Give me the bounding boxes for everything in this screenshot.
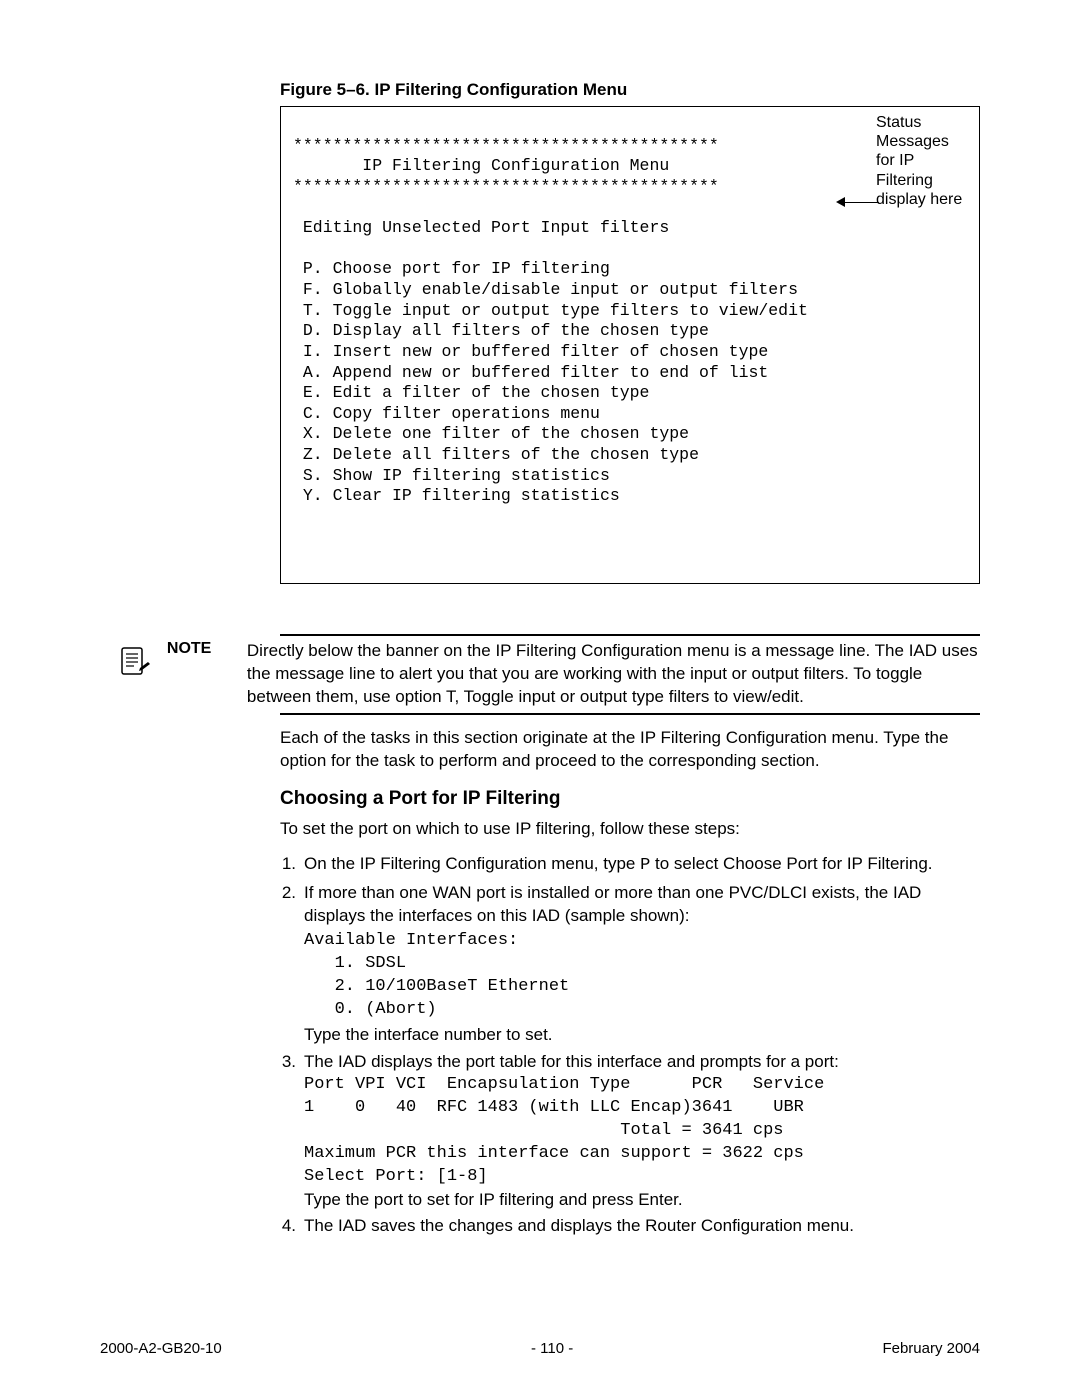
code-line: 0. (Abort) <box>304 1000 437 1019</box>
note-body: Directly below the banner on the IP Filt… <box>247 640 980 709</box>
menu-opt-d: D. Display all filters of the chosen typ… <box>293 321 709 340</box>
menu-opt-p: P. Choose port for IP filtering <box>293 259 610 278</box>
port-table-max: Maximum PCR this interface can support =… <box>304 1143 980 1166</box>
footer-page-number: - 110 - <box>531 1340 573 1357</box>
footer-date: February 2004 <box>882 1340 980 1357</box>
text: The IAD saves the changes and displays t… <box>304 1215 980 1238</box>
term-status-line: Editing Unselected Port Input filters <box>293 218 669 237</box>
term-rule: ****************************************… <box>293 177 719 196</box>
callout-annotation: Status Messages for IP Filtering display… <box>876 113 971 209</box>
step-body: The IAD displays the port table for this… <box>304 1051 980 1212</box>
term-title: IP Filtering Configuration Menu <box>293 156 669 175</box>
step-body: If more than one WAN port is installed o… <box>304 882 980 1047</box>
menu-opt-e: E. Edit a filter of the chosen type <box>293 383 649 402</box>
rule-bottom <box>280 713 980 715</box>
step-3: 3. The IAD displays the port table for t… <box>280 1051 980 1212</box>
figure-caption: Figure 5–6. IP Filtering Configuration M… <box>280 80 980 100</box>
section-lead: To set the port on which to use IP filte… <box>280 818 980 841</box>
code-line: 2. 10/100BaseT Ethernet <box>304 977 569 996</box>
text: Type the port to set for IP filtering an… <box>304 1189 980 1212</box>
step-4: 4. The IAD saves the changes and display… <box>280 1215 980 1238</box>
code-line: 1. SDSL <box>304 954 406 973</box>
step-number: 3. <box>280 1051 304 1212</box>
step-2: 2. If more than one WAN port is installe… <box>280 882 980 1047</box>
menu-opt-x: X. Delete one filter of the chosen type <box>293 424 689 443</box>
code-available-interfaces: Available Interfaces: 1. SDSL 2. 10/100B… <box>304 930 980 1022</box>
menu-opt-t: T. Toggle input or output type filters t… <box>293 301 808 320</box>
note-icon-cell <box>100 640 167 684</box>
footer-left: 2000-A2-GB20-10 <box>100 1340 222 1357</box>
text: The IAD displays the port table for this… <box>304 1051 980 1074</box>
step-number: 2. <box>280 882 304 1047</box>
select-port-prompt: Select Port: [1-8] <box>304 1166 980 1189</box>
text: Type the interface number to set. <box>304 1024 980 1047</box>
text: On the IP Filtering Configuration menu, … <box>304 854 640 873</box>
step-number: 4. <box>280 1215 304 1238</box>
note-label: NOTE <box>167 640 247 658</box>
intro-paragraph: Each of the tasks in this section origin… <box>280 727 980 773</box>
menu-opt-s: S. Show IP filtering statistics <box>293 466 610 485</box>
term-rule: ****************************************… <box>293 136 719 155</box>
port-table-header: Port VPI VCI Encapsulation Type PCR Serv… <box>304 1074 980 1097</box>
menu-opt-f: F. Globally enable/disable input or outp… <box>293 280 798 299</box>
text: to select Choose Port for IP Filtering. <box>650 854 932 873</box>
step-number: 1. <box>280 853 304 878</box>
step-body: The IAD saves the changes and displays t… <box>304 1215 980 1238</box>
terminal-box: ****************************************… <box>280 106 980 584</box>
port-table-row: 1 0 40 RFC 1483 (with LLC Encap)3641 UBR <box>304 1097 980 1120</box>
key-p: P <box>640 856 650 875</box>
arrow-line-icon <box>845 202 879 203</box>
page-footer: 2000-A2-GB20-10 - 110 - February 2004 <box>100 1340 980 1357</box>
port-table-total: Total = 3641 cps <box>304 1120 980 1143</box>
step-body: On the IP Filtering Configuration menu, … <box>304 853 980 878</box>
menu-opt-i: I. Insert new or buffered filter of chos… <box>293 342 768 361</box>
menu-opt-z: Z. Delete all filters of the chosen type <box>293 445 699 464</box>
menu-opt-a: A. Append new or buffered filter to end … <box>293 363 768 382</box>
menu-opt-y: Y. Clear IP filtering statistics <box>293 486 620 505</box>
callout-arrow <box>836 197 879 207</box>
note-block: NOTE Directly below the banner on the IP… <box>280 634 980 715</box>
code-line: Available Interfaces: <box>304 931 518 950</box>
content-column: Figure 5–6. IP Filtering Configuration M… <box>280 80 980 1238</box>
arrow-head-icon <box>836 197 845 207</box>
section-heading: Choosing a Port for IP Filtering <box>280 788 980 810</box>
page: Figure 5–6. IP Filtering Configuration M… <box>0 0 1080 1397</box>
menu-opt-c: C. Copy filter operations menu <box>293 404 600 423</box>
step-1: 1. On the IP Filtering Configuration men… <box>280 853 980 878</box>
note-icon <box>112 642 154 684</box>
text: If more than one WAN port is installed o… <box>304 882 980 928</box>
